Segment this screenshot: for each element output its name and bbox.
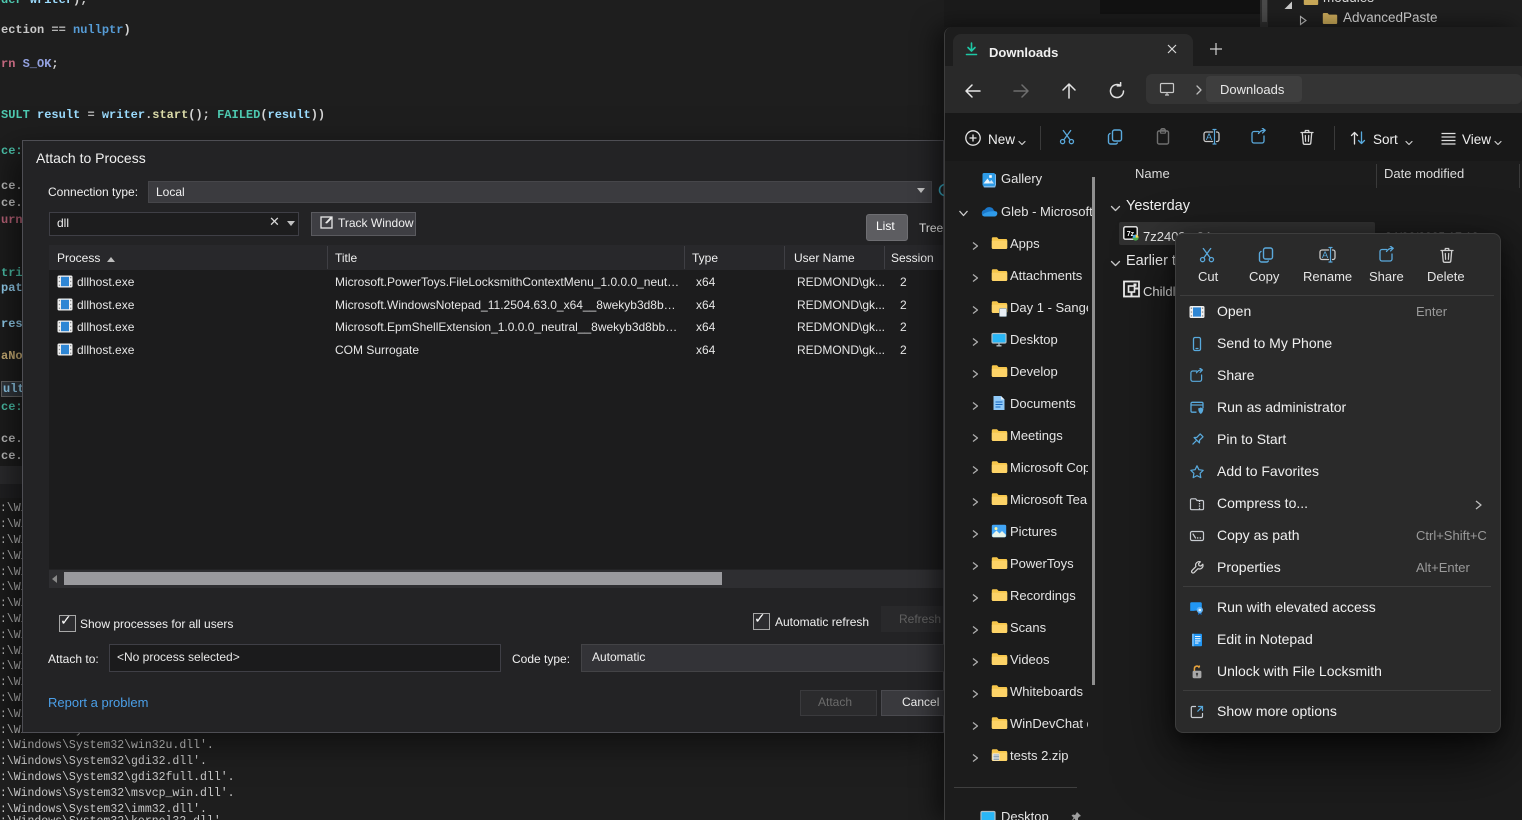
svg-text:A: A xyxy=(1322,250,1329,261)
svg-text:A: A xyxy=(1206,132,1213,143)
